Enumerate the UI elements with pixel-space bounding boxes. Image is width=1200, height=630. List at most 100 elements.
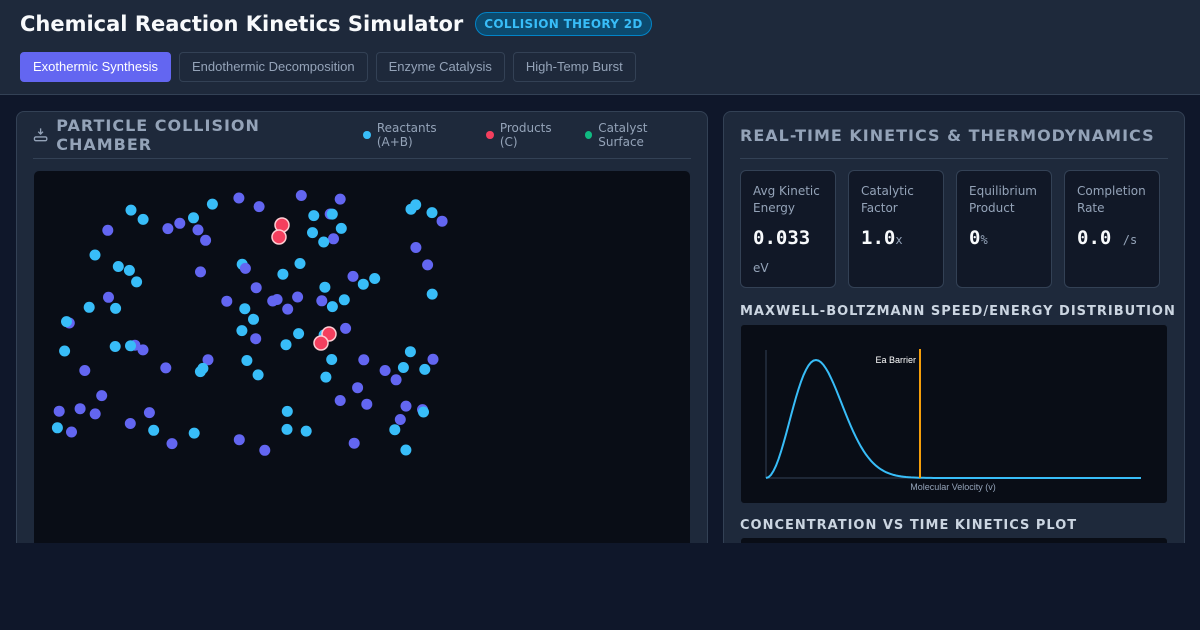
- reactant-particle: [320, 371, 332, 383]
- reactant-particle: [405, 203, 417, 215]
- reactant-particle: [96, 390, 108, 402]
- concentration-title: CONCENTRATION VS TIME KINETICS PLOT: [740, 518, 1078, 533]
- reactant-particle: [236, 325, 248, 337]
- stat-unit: x: [895, 233, 903, 247]
- app-title: Chemical Reaction Kinetics Simulator: [20, 12, 464, 36]
- reactant-particle: [194, 366, 206, 378]
- reactant-particle: [110, 302, 122, 314]
- reactant-particle: [162, 223, 174, 235]
- reactant-particle: [233, 192, 245, 204]
- reactant-particle: [358, 354, 370, 366]
- tab-high-temp-burst[interactable]: High-Temp Burst: [512, 52, 636, 82]
- flask-icon: [33, 128, 48, 142]
- tab-enzyme-catalysis[interactable]: Enzyme Catalysis: [375, 52, 505, 82]
- collision-chamber-panel: PARTICLE COLLISION CHAMBER Reactants (A+…: [16, 111, 708, 592]
- reactant-particle: [239, 303, 251, 315]
- stat-label: Completion Rate: [1077, 184, 1146, 215]
- stat-avg-kinetic-energy: Avg Kinetic Energy 0.033 eV: [740, 170, 836, 288]
- stat-completion-rate: Completion Rate 0.0 /s: [1064, 170, 1160, 288]
- stat-equilibrium-product: Equilibrium Product 0%: [956, 170, 1052, 288]
- reactant-particle: [422, 259, 434, 271]
- reactant-particle: [308, 210, 320, 222]
- particle-field: [51, 190, 448, 456]
- stat-number: 0.0: [1077, 227, 1112, 249]
- reactant-particle: [292, 291, 304, 303]
- reactant-particle: [112, 261, 124, 272]
- stat-label: Catalytic Factor: [861, 184, 914, 215]
- reactant-particle: [192, 224, 204, 236]
- reactant-particle: [83, 301, 95, 313]
- x-axis-label: Molecular Velocity (v): [910, 482, 996, 492]
- product-particle: [271, 229, 287, 245]
- barrier-label: Ea Barrier: [875, 355, 916, 365]
- reactant-particle: [379, 365, 391, 376]
- reactant-particle: [248, 313, 259, 325]
- tab-endothermic-decomposition[interactable]: Endothermic Decomposition: [179, 52, 368, 82]
- chamber-legend: Reactants (A+B) Products (C) Catalyst Su…: [347, 121, 691, 149]
- reactant-particle: [357, 278, 369, 290]
- reactant-particle: [426, 207, 438, 219]
- reactant-particle: [233, 434, 245, 446]
- reactant-particle: [352, 382, 364, 394]
- reactant-particle: [293, 328, 305, 340]
- reactant-particle: [410, 242, 422, 253]
- reactant-particle: [59, 345, 71, 357]
- reactant-particle: [404, 346, 416, 358]
- reactant-particle: [253, 201, 265, 213]
- reactant-particle: [361, 398, 373, 410]
- reactant-particle: [103, 291, 114, 303]
- reactant-particle: [390, 374, 402, 386]
- reactant-particle: [400, 400, 412, 412]
- reactant-particle: [89, 249, 101, 261]
- reactant-particle: [259, 444, 271, 456]
- reactant-particle: [334, 193, 346, 205]
- reactant-particle: [137, 213, 149, 225]
- reactant-particle: [188, 212, 199, 224]
- reactant-particle: [347, 270, 359, 282]
- reactant-particle: [418, 406, 429, 418]
- reactant-particle: [436, 215, 448, 227]
- reactant-particle: [280, 339, 292, 351]
- reactant-particle: [426, 288, 438, 300]
- reactant-particle: [318, 236, 330, 248]
- particle-chamber[interactable]: [33, 170, 691, 592]
- reactant-particle: [397, 362, 409, 373]
- reactant-particle: [123, 264, 135, 276]
- reactant-particle: [221, 295, 233, 307]
- reactant-particle: [326, 208, 338, 220]
- reactant-particle: [174, 217, 186, 229]
- tab-exothermic-synthesis[interactable]: Exothermic Synthesis: [20, 52, 171, 82]
- reactant-particle: [188, 427, 200, 439]
- reactant-particle: [143, 407, 155, 419]
- product-particle: [313, 335, 329, 351]
- reactant-particle: [166, 438, 178, 450]
- reactant-particle: [340, 322, 352, 334]
- reactant-particle: [89, 408, 101, 420]
- reactant-particle: [277, 268, 289, 280]
- reactant-particle: [394, 414, 406, 425]
- stat-value: 0.033: [753, 227, 811, 249]
- reactant-particle: [400, 444, 412, 456]
- reactant-particle: [427, 353, 439, 365]
- reactant-particle: [307, 227, 318, 239]
- stat-unit: %: [980, 233, 988, 247]
- reactant-particle: [348, 437, 360, 449]
- reactant-particle: [109, 341, 121, 352]
- stat-value: 0.0 /s: [1077, 227, 1147, 249]
- reactant-particle: [241, 355, 253, 366]
- legend-reactants-label: Reactants (A+B): [376, 121, 437, 149]
- product-swatch: [486, 131, 494, 139]
- reactant-particle: [124, 418, 136, 429]
- reactant-particle: [79, 365, 91, 376]
- reactant-particle: [250, 282, 262, 294]
- reactant-particle: [250, 333, 262, 345]
- reactant-particle: [252, 369, 264, 381]
- reactant-particle: [137, 344, 149, 356]
- reactant-particle: [335, 222, 347, 234]
- stat-unit: eV: [753, 261, 769, 275]
- reactant-particle: [338, 294, 350, 306]
- chamber-panel-header: PARTICLE COLLISION CHAMBER Reactants (A+…: [33, 112, 691, 159]
- reactant-particle: [281, 405, 293, 417]
- reactant-particle: [53, 405, 65, 417]
- app-header: Chemical Reaction Kinetics Simulator COL…: [0, 0, 1200, 95]
